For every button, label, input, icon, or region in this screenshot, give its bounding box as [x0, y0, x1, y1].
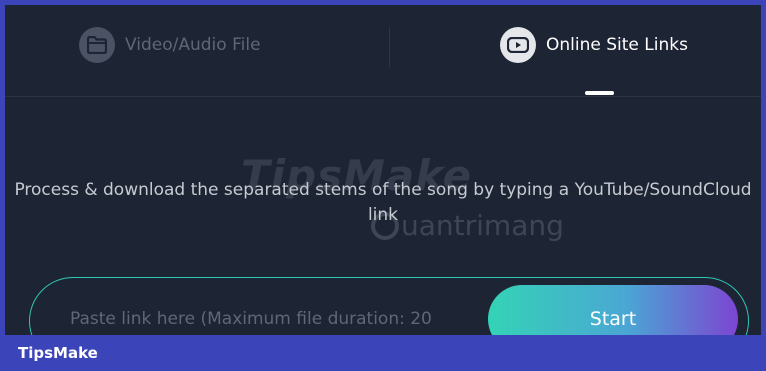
- tab-online-site-links[interactable]: Online Site Links: [500, 27, 688, 63]
- source-tabs: Video/Audio File Online Site Links: [5, 5, 761, 97]
- start-button[interactable]: Start: [488, 285, 738, 335]
- tab-divider: [389, 27, 390, 67]
- app-frame: Video/Audio File Online Site Links TipsM…: [5, 5, 761, 335]
- folder-icon: [79, 27, 115, 63]
- youtube-icon: [500, 27, 536, 63]
- link-input-container: Start: [29, 277, 749, 335]
- tab-label: Video/Audio File: [125, 35, 261, 55]
- instruction-text: Process & download the separated stems o…: [14, 180, 752, 225]
- tab-label: Online Site Links: [546, 35, 688, 55]
- footer-brand: TipsMake: [18, 344, 98, 362]
- watermark-footer: TipsMake: [0, 335, 766, 371]
- active-tab-indicator: [585, 91, 614, 95]
- tab-video-audio-file[interactable]: Video/Audio File: [79, 27, 261, 63]
- link-input[interactable]: [70, 304, 490, 334]
